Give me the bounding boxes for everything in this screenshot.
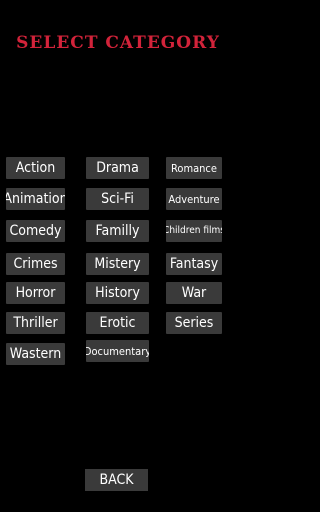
category-crimes-button[interactable]: Crimes (6, 253, 65, 275)
category-comedy-button[interactable]: Comedy (6, 220, 65, 242)
category-animation-button[interactable]: Animation (6, 188, 65, 210)
category-wastern-button[interactable]: Wastern (6, 343, 65, 365)
category-thriller-button[interactable]: Thriller (6, 312, 65, 334)
category-war-button[interactable]: War (166, 282, 222, 304)
category-erotic-button[interactable]: Erotic (86, 312, 149, 334)
category-children-films-button[interactable]: Children films (166, 220, 222, 242)
category-series-button[interactable]: Series (166, 312, 222, 334)
category-mistery-button[interactable]: Mistery (86, 253, 149, 275)
back-button[interactable]: BACK (85, 469, 148, 491)
category-drama-button[interactable]: Drama (86, 157, 149, 179)
category-documentary-button[interactable]: Documentary (86, 340, 149, 362)
category-horror-button[interactable]: Horror (6, 282, 65, 304)
category-scifi-button[interactable]: Sci-Fi (86, 188, 149, 210)
category-grid: Action Drama Romance Animation Sci-Fi Ad… (0, 0, 236, 512)
category-adventure-button[interactable]: Adventure (166, 188, 222, 210)
category-romance-button[interactable]: Romance (166, 157, 222, 179)
category-fantasy-button[interactable]: Fantasy (166, 253, 222, 275)
category-familly-button[interactable]: Familly (86, 220, 149, 242)
category-history-button[interactable]: History (86, 282, 149, 304)
category-action-button[interactable]: Action (6, 157, 65, 179)
